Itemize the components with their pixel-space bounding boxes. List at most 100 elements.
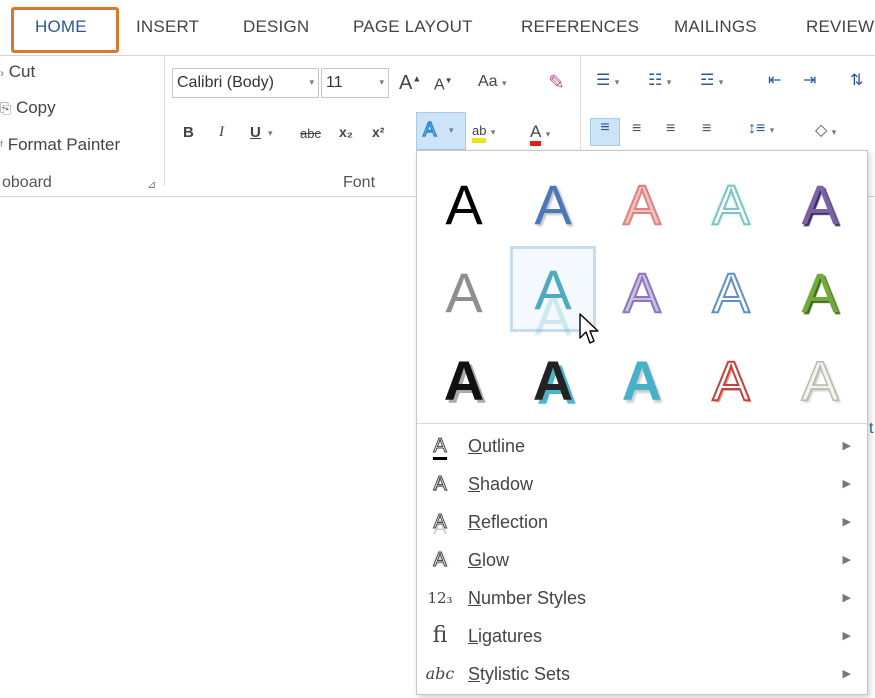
effect-green-bevel[interactable]: A [777,249,863,335]
font-size-combo[interactable]: 11 ▾ [321,68,389,98]
grow-font-button[interactable]: A▲ [399,72,421,95]
text-effects-button[interactable]: A ▾ [416,112,466,150]
underline-button[interactable]: U [250,124,261,141]
effect-black-teal-shadow[interactable]: A [510,337,596,423]
line-spacing-icon[interactable]: ↕≡ ▾ [748,120,774,138]
chevron-down-icon: ▾ [309,77,314,87]
menu-item-glow-label: Glow [468,550,510,570]
effect-purple-fill[interactable]: A [777,161,863,247]
stylistic-sets-icon: abc [425,664,455,683]
chevron-right-icon: ▶ [842,478,851,490]
chevron-down-icon: ▾ [449,125,454,135]
format-painter-icon: ᶠ [0,138,3,153]
chevron-right-icon: ▶ [842,668,851,680]
effect-black-fill[interactable]: A [421,161,507,247]
shadow-icon: A [433,473,447,496]
mouse-cursor-icon [579,313,599,344]
text-effects-icon: A [422,118,437,142]
align-center-icon[interactable]: ≡ [632,120,641,138]
menu-item-outline-label: Outline [468,436,526,456]
superscript-button[interactable]: x² [372,124,384,140]
tab-mailings[interactable]: MAILINGS [674,17,757,37]
tab-design[interactable]: DESIGN [243,17,309,37]
chevron-down-icon[interactable]: ▾ [268,128,273,139]
tab-review[interactable]: REVIEW [806,17,874,37]
font-name-combo[interactable]: Calibri (Body) ▾ [172,68,319,98]
chevron-right-icon: ▶ [842,554,851,566]
glow-icon: A [433,549,447,572]
tab-insert[interactable]: INSERT [136,17,199,37]
group-separator [164,56,165,186]
align-right-icon[interactable]: ≡ [666,120,675,138]
change-case-icon: Aa [478,73,498,90]
menu-item-ligatures[interactable]: ﬁ Ligatures ▶ [417,617,867,655]
gallery-divider [417,423,867,424]
tab-page-layout[interactable]: PAGE LAYOUT [353,17,473,37]
subscript-button[interactable]: x₂ [339,124,353,140]
chevron-down-icon: ▾ [502,78,507,88]
copy-label: Copy [15,98,56,117]
menu-item-reflection[interactable]: A Reflection ▶ [417,503,867,541]
decrease-indent-icon[interactable]: ⇤ [768,70,781,90]
menu-item-number-styles[interactable]: 12₃ Number Styles ▶ [417,579,867,617]
word-window: HOME INSERT DESIGN PAGE LAYOUT REFERENCE… [0,0,875,698]
reflection-icon: A [433,511,447,534]
chevron-right-icon: ▶ [842,440,851,452]
clipboard-dialog-launcher-icon[interactable]: ⊿ [147,178,156,191]
justify-icon[interactable]: ≡ [702,120,711,138]
outline-icon: A [425,433,455,460]
effect-teal-bold[interactable]: A [599,337,685,423]
increase-indent-icon[interactable]: ⇥ [803,70,816,90]
chevron-right-icon: ▶ [842,630,851,642]
font-name-value: Calibri (Body) [177,74,274,91]
effect-red-outline[interactable]: A [688,337,774,423]
menu-item-reflection-label: Reflection [468,512,549,532]
menu-item-glow[interactable]: A Glow ▶ [417,541,867,579]
highlight-button[interactable]: ab ▾ [472,122,495,143]
menu-item-shadow-label: Shadow [468,474,534,494]
align-left-icon[interactable]: ≡ [590,118,620,146]
cut-label: Cut [8,62,36,81]
effect-teal-outline-glow[interactable]: A [688,161,774,247]
text-effects-dropdown: A A A A A A A A A A A A A A A A Outline … [416,150,868,695]
multilevel-list-icon[interactable]: ☲ ▾ [700,70,723,90]
number-styles-icon: 12₃ [427,589,453,607]
effect-black-shadow[interactable]: A [421,337,507,423]
cut-button[interactable]: › Cut [0,62,35,82]
tab-home[interactable]: HOME [35,17,87,37]
font-group-label: Font [343,174,376,191]
chevron-down-icon: ▾ [379,77,384,87]
shrink-font-button[interactable]: A▼ [434,76,453,94]
effect-blue-outline[interactable]: A [688,249,774,335]
chevron-right-icon: ▶ [842,592,851,604]
copy-button[interactable]: ⎘ Copy [0,98,56,118]
format-painter-button[interactable]: ᶠ Format Painter [0,135,120,155]
menu-item-shadow[interactable]: A Shadow ▶ [417,465,867,503]
tab-references[interactable]: REFERENCES [521,17,639,37]
effect-blue-fill-shadow[interactable]: A [510,161,596,247]
shading-icon[interactable]: ◇ ▾ [815,120,836,140]
strikethrough-button[interactable]: abc [300,126,321,141]
menu-item-outline[interactable]: A Outline ▶ [417,427,867,465]
ribbon-tab-bar: HOME INSERT DESIGN PAGE LAYOUT REFERENCE… [0,0,875,56]
text-effects-gallery: A A A A A A A A A A A A A A A [417,151,867,423]
chevron-right-icon: ▶ [842,516,851,528]
grow-font-icon: A [399,72,413,94]
effect-lavender-bevel[interactable]: A [599,249,685,335]
italic-button[interactable]: I [219,124,224,141]
shrink-font-icon: A [434,76,445,94]
menu-item-stylistic-sets[interactable]: abc Stylistic Sets ▶ [417,655,867,693]
bold-button[interactable]: B [183,124,194,141]
font-color-button[interactable]: A ▾ [530,122,550,146]
menu-item-ligatures-label: Ligatures [468,626,543,646]
sort-icon[interactable]: ⇅ [850,70,863,90]
effect-gray-fill[interactable]: A [421,249,507,335]
ligatures-icon: ﬁ [432,623,448,648]
clear-formatting-icon[interactable]: ✎ [548,70,565,95]
change-case-button[interactable]: Aa ▾ [478,73,507,91]
numbering-icon[interactable]: ☷ ▾ [648,70,671,90]
effect-red-outline-gradient[interactable]: A [599,161,685,247]
menu-item-stylistic-sets-label: Stylistic Sets [468,664,571,684]
effect-white-bevel[interactable]: A [777,337,863,423]
bullets-icon[interactable]: ☰ ▾ [596,70,619,90]
